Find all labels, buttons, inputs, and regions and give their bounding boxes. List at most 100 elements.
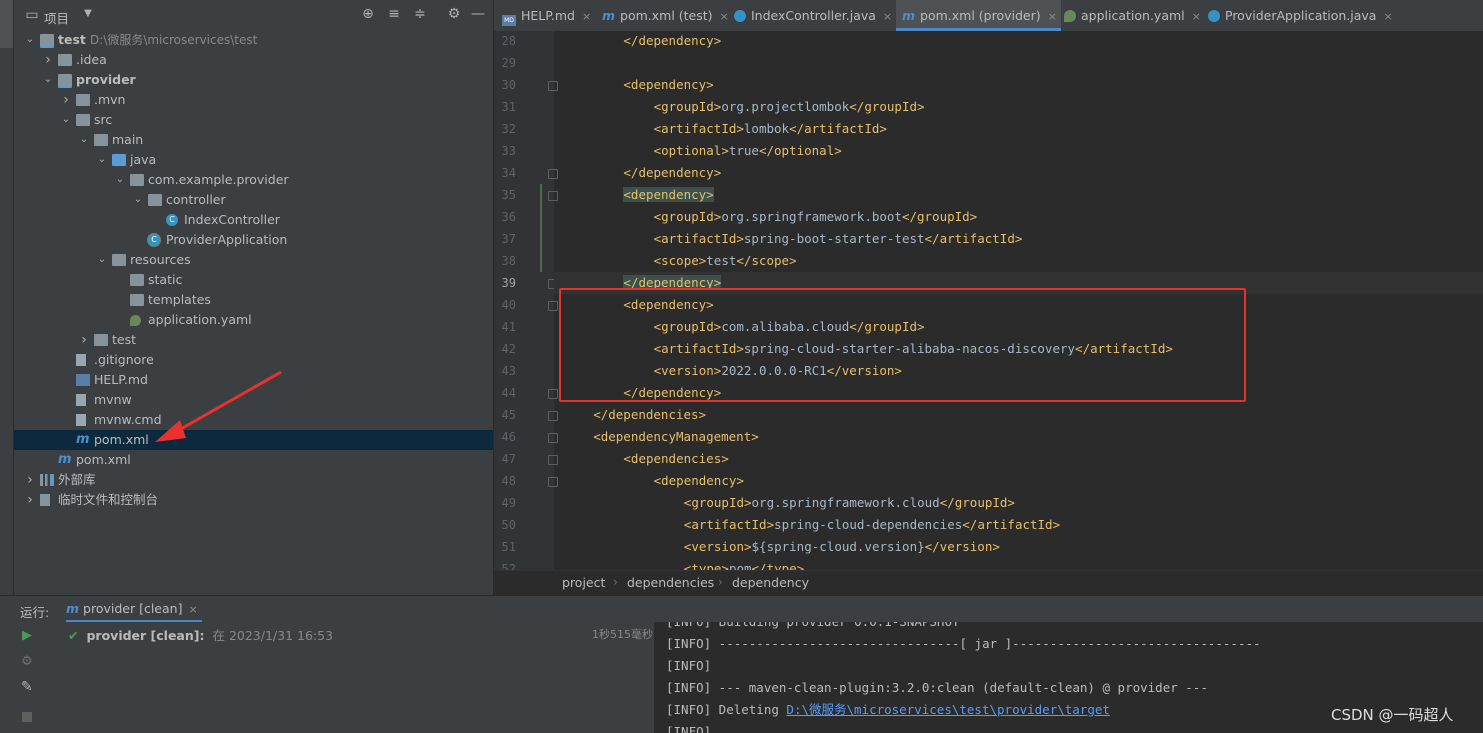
collapse-all-icon[interactable]: ≑ bbox=[412, 6, 428, 22]
tree-item[interactable]: mvnw bbox=[14, 390, 493, 410]
close-icon[interactable]: × bbox=[720, 10, 729, 23]
close-icon[interactable]: × bbox=[188, 603, 197, 616]
stop-icon[interactable] bbox=[22, 712, 32, 722]
tree-item[interactable]: .gitignore bbox=[14, 350, 493, 370]
fold-marker-icon[interactable] bbox=[548, 169, 558, 179]
minimize-icon[interactable]: — bbox=[470, 6, 486, 22]
run-toolbar: ▶ ⚙ ✎ bbox=[0, 622, 42, 733]
run-tab[interactable]: m provider [clean] × bbox=[66, 596, 202, 622]
tree-item-label: .gitignore bbox=[94, 352, 154, 367]
file-icon bbox=[76, 414, 86, 426]
maven-icon: m bbox=[66, 601, 80, 616]
tree-item[interactable]: m pom.xml bbox=[14, 430, 493, 450]
expand-all-icon[interactable]: ≡ bbox=[386, 6, 402, 22]
editor-tab[interactable]: MD HELP.md × bbox=[502, 0, 591, 31]
console-link[interactable]: D:\微服务\microservices\test\provider\targe… bbox=[786, 702, 1109, 717]
fold-marker-icon[interactable] bbox=[548, 455, 558, 465]
code-tag: </dependency> bbox=[623, 165, 722, 180]
tree-item[interactable]: › test bbox=[14, 330, 493, 350]
chevron-right-icon[interactable]: › bbox=[42, 50, 54, 70]
close-icon[interactable]: × bbox=[883, 10, 892, 23]
editor-tab-label: HELP.md bbox=[521, 8, 575, 23]
tree-item-label: mvnw bbox=[94, 392, 132, 407]
wrench-icon[interactable]: ✎ bbox=[21, 679, 33, 695]
fold-marker-icon[interactable] bbox=[548, 389, 558, 399]
editor-tab[interactable]: m pom.xml (provider) × bbox=[896, 0, 1061, 31]
project-panel: ▭ 项目 ▼ ⊕ ≡ ≑ ⚙ — ⌄ test D:\微服务\microservic… bbox=[14, 0, 493, 595]
code-line: <groupId>org.springframework.cloud</grou… bbox=[684, 492, 1015, 514]
close-icon[interactable]: × bbox=[582, 10, 591, 23]
chevron-right-icon[interactable]: › bbox=[78, 330, 90, 350]
tree-item[interactable]: › .idea bbox=[14, 50, 493, 70]
tree-item[interactable]: ⌄ src bbox=[14, 110, 493, 130]
chevron-down-icon[interactable]: ⌄ bbox=[114, 170, 126, 190]
chevron-down-icon[interactable]: ⌄ bbox=[42, 70, 54, 90]
fold-marker-icon[interactable] bbox=[548, 301, 558, 311]
chevron-right-icon[interactable]: › bbox=[24, 490, 36, 510]
console-text: [INFO] bbox=[666, 658, 712, 673]
chevron-down-icon[interactable]: ⌄ bbox=[96, 250, 108, 270]
tree-item[interactable]: C IndexController bbox=[14, 210, 493, 230]
code-editor[interactable]: 28 29 30 31 32 33 34 35 36 37 38 39 40 41 42 43 44 45 46 47… bbox=[494, 31, 1483, 570]
fold-marker-icon[interactable] bbox=[548, 433, 558, 443]
fold-marker-icon[interactable] bbox=[548, 191, 558, 201]
fold-marker-icon[interactable] bbox=[548, 411, 558, 421]
close-icon[interactable]: × bbox=[1192, 10, 1201, 23]
tree-item[interactable]: ⌄ main bbox=[14, 130, 493, 150]
chevron-down-icon[interactable]: ⌄ bbox=[132, 190, 144, 210]
project-panel-title[interactable]: 项目 bbox=[44, 8, 69, 27]
file-icon bbox=[76, 394, 86, 406]
tree-item[interactable]: › 外部库 bbox=[14, 470, 493, 490]
tree-item[interactable]: › .mvn bbox=[14, 90, 493, 110]
close-icon[interactable]: × bbox=[1383, 10, 1392, 23]
fold-marker-icon[interactable] bbox=[548, 81, 558, 91]
line-number: 30 bbox=[501, 78, 516, 92]
tree-item[interactable]: ⌄ test D:\微服务\microservices\test bbox=[14, 30, 493, 50]
code-tag: <groupId> bbox=[653, 209, 722, 224]
debug-icon[interactable]: ⚙ bbox=[21, 654, 33, 669]
gear-icon[interactable]: ⚙ bbox=[446, 6, 462, 22]
chevron-down-icon[interactable]: ▼ bbox=[80, 6, 96, 22]
tree-item[interactable]: ⌄ com.example.provider bbox=[14, 170, 493, 190]
code-text: test bbox=[706, 253, 737, 268]
code-tag: <scope> bbox=[653, 253, 707, 268]
breadcrumb-item[interactable]: dependency bbox=[732, 575, 809, 590]
editor-tab[interactable]: IndexController.java × bbox=[734, 0, 892, 31]
tree-item-label: 外部库 bbox=[58, 472, 96, 487]
tree-item[interactable]: templates bbox=[14, 290, 493, 310]
project-tool-window-tab[interactable] bbox=[0, 0, 13, 48]
tree-item[interactable]: ⌄ java bbox=[14, 150, 493, 170]
tree-item[interactable]: static bbox=[14, 270, 493, 290]
chevron-down-icon[interactable]: ⌄ bbox=[60, 110, 72, 130]
tree-item[interactable]: ⌄ resources bbox=[14, 250, 493, 270]
chevron-right-icon[interactable]: › bbox=[60, 90, 72, 110]
chevron-down-icon[interactable]: ⌄ bbox=[78, 130, 90, 150]
tree-item-label: static bbox=[148, 272, 183, 287]
tree-item[interactable]: m pom.xml bbox=[14, 450, 493, 470]
close-icon[interactable]: × bbox=[1048, 10, 1057, 23]
tree-item[interactable]: C ProviderApplication bbox=[14, 230, 493, 250]
tree-item[interactable]: › 临时文件和控制台 bbox=[14, 490, 493, 510]
fold-marker-icon[interactable] bbox=[548, 477, 558, 487]
editor-tab[interactable]: m pom.xml (test) × bbox=[602, 0, 729, 31]
run-icon[interactable]: ▶ bbox=[22, 628, 32, 643]
tree-item[interactable]: HELP.md bbox=[14, 370, 493, 390]
editor-tab[interactable]: application.yaml × bbox=[1064, 0, 1201, 31]
tree-item[interactable]: ⌄ controller bbox=[14, 190, 493, 210]
chevron-right-icon[interactable]: › bbox=[24, 470, 36, 490]
code-tag: </type> bbox=[751, 561, 805, 570]
run-entry[interactable]: ✔ provider [clean]: 在 2023/1/31 16:53 bbox=[68, 625, 333, 644]
chevron-down-icon[interactable]: ⌄ bbox=[24, 30, 36, 50]
breadcrumb-item[interactable]: project bbox=[562, 575, 605, 590]
check-icon: ✔ bbox=[68, 628, 79, 643]
editor-tab-label: pom.xml (test) bbox=[620, 8, 713, 23]
editor-tab[interactable]: ProviderApplication.java × bbox=[1208, 0, 1393, 31]
console-line: [INFO] Building provider 0.0.1-SNAPSHOT bbox=[666, 622, 960, 633]
tree-item[interactable]: ⌄ provider bbox=[14, 70, 493, 90]
code-line: <artifactId>spring-cloud-dependencies</a… bbox=[684, 514, 1060, 536]
tree-item[interactable]: application.yaml bbox=[14, 310, 493, 330]
tree-item[interactable]: mvnw.cmd bbox=[14, 410, 493, 430]
locate-icon[interactable]: ⊕ bbox=[360, 6, 376, 22]
breadcrumb-item[interactable]: dependencies bbox=[627, 575, 714, 590]
chevron-down-icon[interactable]: ⌄ bbox=[96, 150, 108, 170]
